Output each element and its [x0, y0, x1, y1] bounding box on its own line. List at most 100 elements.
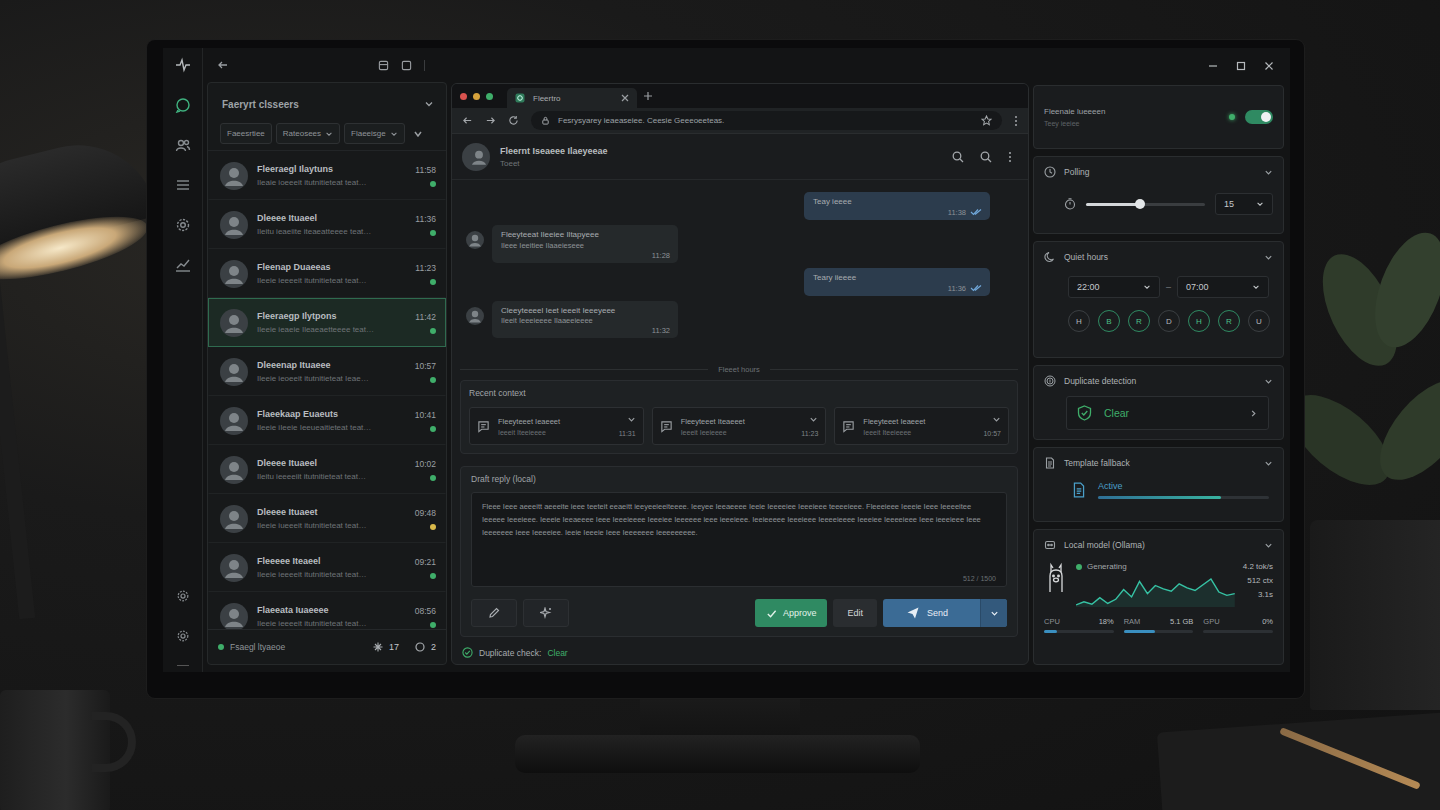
conversation-row[interactable]: Flaeeata IuaeeeeIleeie ieeeeit itutnitie… — [208, 592, 446, 629]
conversation-row[interactable]: Fleeraegp IlytponsIleeie ieaeie Ileaeaet… — [208, 298, 446, 347]
nav-item[interactable] — [168, 130, 198, 160]
nav-item[interactable] — [168, 250, 198, 280]
sort-icon[interactable] — [413, 129, 423, 139]
conversation-row[interactable]: Fleenap DuaeeasIleeie ieeeeit itutnitiet… — [208, 249, 446, 298]
contact-name: Fleeeee Iteaeel — [257, 556, 406, 566]
pending-count: 2 — [431, 642, 436, 652]
url-field[interactable]: Fesrysyarey ieaeaseiee. Ceesie Geeeoeete… — [531, 111, 1002, 130]
reload-icon[interactable] — [508, 115, 519, 126]
conversation-row[interactable]: Dleeee ItuaeetIleeie iueeeit itutnitiete… — [208, 494, 446, 543]
message-bubble[interactable]: Cleeyteeeel Ieet ieeeit IeeeyeeeIleeit I… — [492, 301, 678, 339]
nav-item[interactable] — [168, 170, 198, 200]
day-toggle[interactable]: R — [1218, 310, 1240, 332]
divider-label: Fleeet hours — [718, 365, 760, 374]
maximize-icon[interactable] — [1236, 61, 1246, 71]
polling-interval-select[interactable]: 15 — [1215, 193, 1273, 215]
square-icon[interactable] — [401, 60, 412, 71]
filter-dropdown[interactable]: Faeesrtiee — [220, 123, 272, 144]
filter-dropdown[interactable]: Flaeeisge — [344, 123, 405, 144]
back-arrow-icon[interactable] — [217, 59, 229, 71]
approve-button[interactable]: Approve — [755, 599, 828, 627]
search-icon[interactable] — [952, 151, 964, 163]
chevron-down-icon[interactable] — [1264, 253, 1273, 262]
settings-button[interactable] — [168, 581, 198, 611]
select-value: 07:00 — [1186, 282, 1209, 292]
draft-textarea[interactable]: Fleee Ieee aeeeitt aeeeite ieee teeteit … — [471, 492, 1007, 587]
kebab-menu-icon[interactable] — [1008, 151, 1012, 163]
edit-tool-button[interactable] — [471, 599, 517, 627]
context-item[interactable]: Fleeyteeet IteaeeetIeeeit Ieeieeee11:23 — [652, 407, 827, 445]
close-light[interactable] — [460, 93, 467, 100]
duplicate-detection-card: Duplicate detection Clear — [1033, 365, 1284, 440]
chevron-down-icon — [1252, 283, 1260, 291]
close-icon[interactable] — [621, 94, 629, 102]
resource-value: 5.1 GB — [1170, 617, 1193, 626]
message-bubble[interactable]: Fleeyteeat Ileeiee IltapyeeeIleee Ieeiti… — [492, 225, 678, 263]
back-icon[interactable] — [462, 115, 473, 126]
model-stat: 4.2 tok/s — [1243, 562, 1273, 571]
status-dot — [430, 622, 436, 628]
maximize-light[interactable] — [486, 93, 493, 100]
time-separator: – — [1166, 282, 1171, 292]
day-toggle[interactable]: U — [1248, 310, 1270, 332]
context-item[interactable]: Fleeyteeet IeaeeetIeeeit Iteeieeee11:31 — [469, 407, 644, 445]
select-value: 22:00 — [1077, 282, 1100, 292]
ai-tool-button[interactable] — [523, 599, 569, 627]
minimize-light[interactable] — [473, 93, 480, 100]
context-time: 11:23 — [801, 430, 818, 437]
edit-button[interactable]: Edit — [833, 599, 877, 627]
message-time: 08:56 — [415, 606, 436, 616]
send-options[interactable] — [980, 599, 1007, 627]
duplicate-status[interactable]: Clear — [1066, 396, 1269, 430]
browser-column: Fleertro Fesrysyarey ieaeaseiee. Ceesie G… — [451, 48, 1029, 672]
conversation-row[interactable]: Flaeekaap EuaeutsIleeie iIeeie Ieeueaiti… — [208, 396, 446, 445]
card-title: Duplicate detection — [1064, 376, 1136, 386]
browser-tab[interactable]: Fleertro — [507, 88, 637, 108]
resource-value: 0% — [1262, 617, 1273, 626]
chevron-down-icon[interactable] — [1264, 541, 1273, 550]
minimize-icon[interactable] — [1208, 61, 1218, 71]
nav-item[interactable] — [168, 90, 198, 120]
resource-bar — [1044, 630, 1114, 633]
window-icon[interactable] — [378, 60, 389, 71]
day-toggle[interactable]: B — [1098, 310, 1120, 332]
panel-header[interactable]: Faeryrt clsseers — [208, 83, 446, 121]
day-toggle[interactable]: D — [1158, 310, 1180, 332]
conversation-row[interactable]: Dleeenap ItuaeeeIleeie ieoeeit itutnitie… — [208, 347, 446, 396]
forward-icon[interactable] — [485, 115, 496, 126]
slider-thumb[interactable] — [1135, 199, 1145, 209]
chevron-down-icon[interactable] — [1264, 459, 1273, 468]
recent-context-card: Recent contextFleeyteeet IeaeeetIeeeit I… — [460, 380, 1018, 454]
polling-slider[interactable] — [1086, 203, 1205, 206]
close-icon[interactable] — [1264, 61, 1274, 71]
start-time-select[interactable]: 22:00 — [1068, 276, 1160, 298]
send-button[interactable]: Send — [883, 599, 1007, 627]
conversation-row[interactable]: Dleeee ItuaeelIleitu ieeeeiit itutnitiet… — [208, 445, 446, 494]
day-toggle[interactable]: H — [1068, 310, 1090, 332]
auto-reply-toggle[interactable] — [1245, 110, 1273, 124]
gear-icon — [175, 217, 191, 233]
context-item[interactable]: Fleeyteeet IeaeeetIeeeit Iteeieeee10:57 — [834, 407, 1009, 445]
message-preview: Ileeie ieeeeit itutnitieteat teat… — [257, 276, 406, 285]
conversation-row[interactable]: Fleeeee IteaeelIleeie ieeeeit itutnitiet… — [208, 543, 446, 592]
conversation-column: Faeryrt clsseersFaeesrtieeRateoseesFlaee… — [207, 48, 447, 672]
kebab-menu-icon[interactable] — [1014, 115, 1018, 127]
day-toggle[interactable]: H — [1188, 310, 1210, 332]
nav-item[interactable] — [168, 210, 198, 240]
conversation-row[interactable]: Dleeee ItuaeelIleitu ieaeiite iteaeattee… — [208, 200, 446, 249]
preferences-button[interactable] — [168, 621, 198, 651]
plus-icon[interactable] — [643, 91, 653, 101]
end-time-select[interactable]: 07:00 — [1177, 276, 1269, 298]
conversation-row[interactable]: Fleeraegl IlaytunsIleaie ioeeeit itutnit… — [208, 151, 446, 200]
message-text: Cleeyteeeel Ieet ieeeit Ieeeyeee — [501, 306, 670, 317]
star-icon[interactable] — [981, 115, 992, 126]
status-dot — [430, 279, 436, 285]
search-icon[interactable] — [980, 151, 992, 163]
message-bubble[interactable]: Teay ieeee11:38 — [804, 192, 990, 220]
day-toggle[interactable]: R — [1128, 310, 1150, 332]
chevron-down-icon[interactable] — [1264, 168, 1273, 177]
chevron-down-icon[interactable] — [1264, 377, 1273, 386]
filter-dropdown[interactable]: Rateosees — [276, 123, 340, 144]
message-bubble[interactable]: Teary iieeee11:36 — [804, 268, 990, 296]
double-check-icon — [970, 208, 982, 216]
